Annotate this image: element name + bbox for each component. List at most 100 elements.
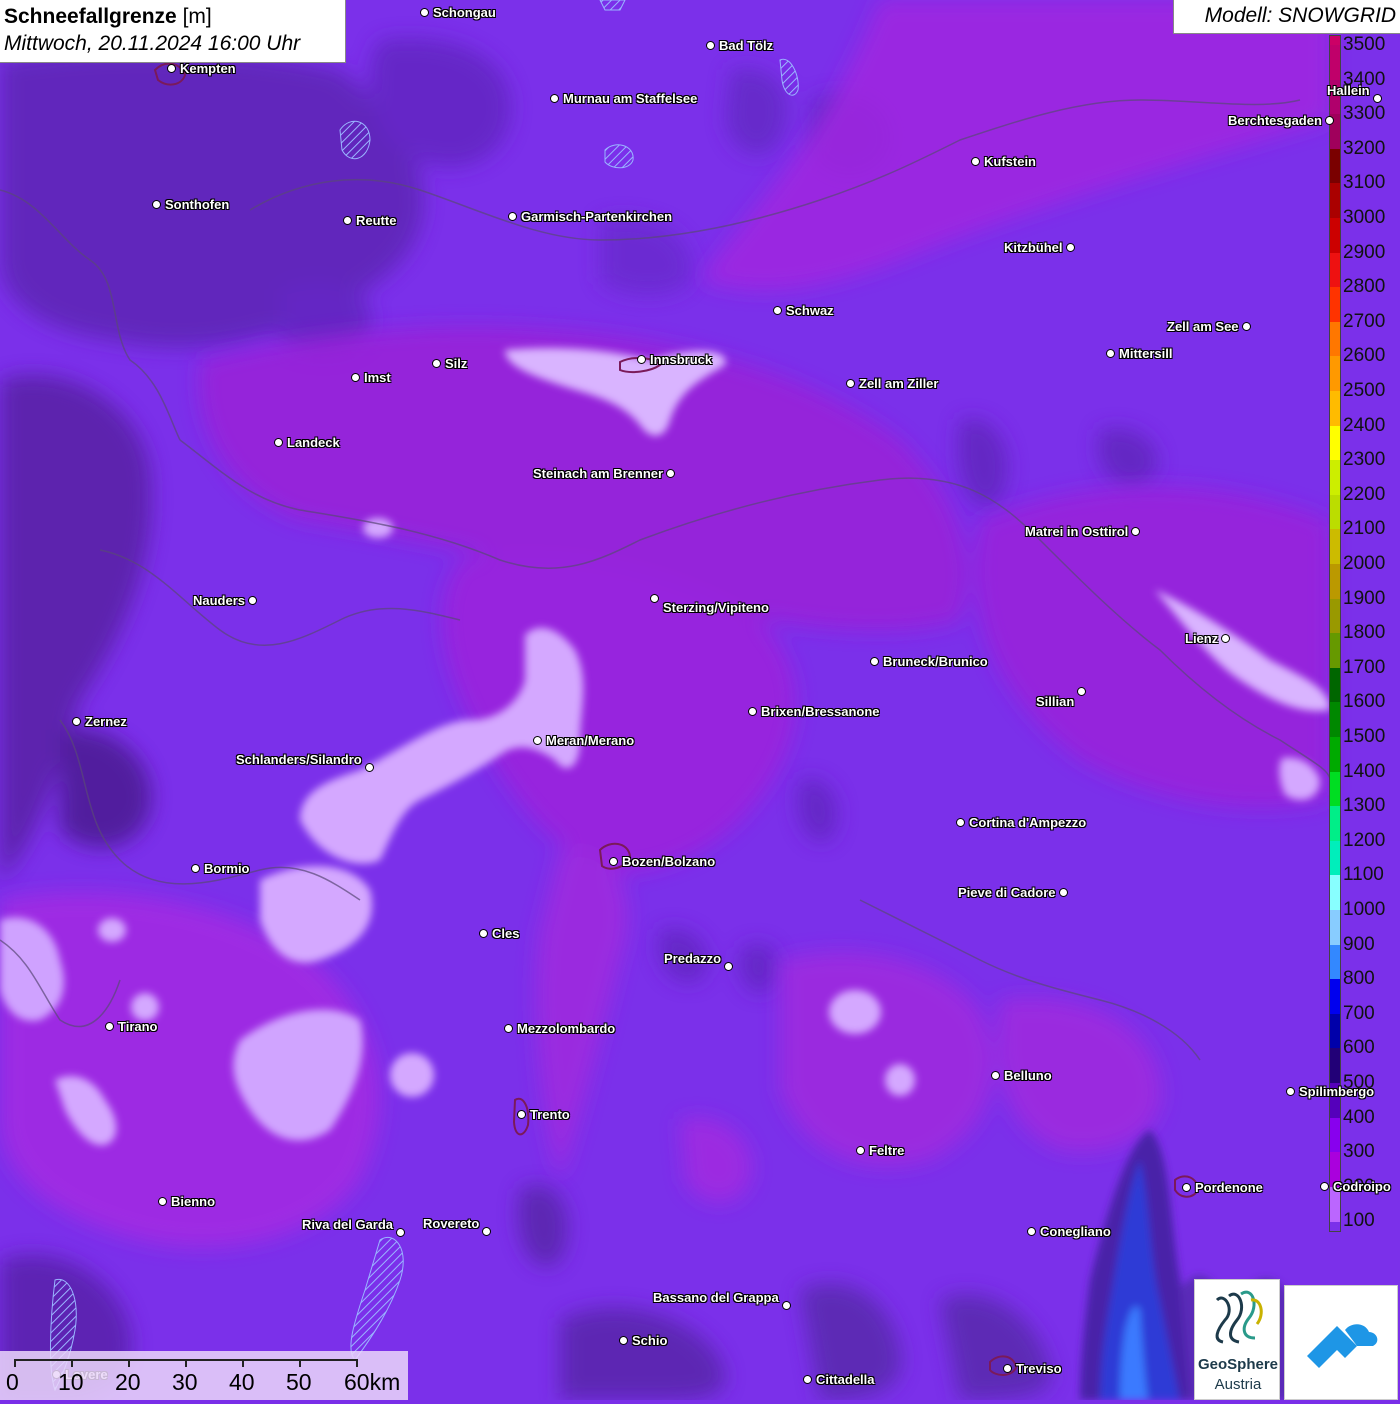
city-label: Lienz [1185, 631, 1219, 646]
city-dot [351, 373, 360, 382]
city-label: Bormio [204, 861, 250, 876]
city-dot [870, 657, 879, 666]
scale-label: 60km [344, 1369, 401, 1395]
city-label: Schwaz [786, 303, 834, 318]
legend-label: 600 [1343, 1037, 1375, 1059]
city-dot [479, 929, 488, 938]
city-dot [803, 1375, 812, 1384]
scale-label: 50 [286, 1369, 312, 1395]
city-label: Zernez [85, 714, 127, 729]
city-dot [1077, 687, 1086, 696]
city-label: Zell am See [1167, 319, 1239, 334]
city-label: Bozen/Bolzano [622, 854, 716, 869]
city-label: Codroipo [1333, 1179, 1391, 1194]
app-logo-icon [1307, 1324, 1378, 1368]
city-label: Bruneck/Brunico [883, 654, 988, 669]
city-label: Landeck [287, 435, 340, 450]
city-dot [782, 1301, 791, 1310]
legend-label: 3200 [1343, 137, 1386, 159]
scale-tick [14, 1359, 16, 1367]
city-dot [550, 94, 559, 103]
city-label: Sterzing/Vipiteno [663, 600, 769, 615]
legend-label: 2100 [1343, 518, 1386, 540]
map-timestamp: Mittwoch, 20.11.2024 16:00 Uhr [4, 32, 301, 55]
city-dot [856, 1146, 865, 1155]
city-label: Cortina d'Ampezzo [969, 815, 1087, 830]
city-label: Rovereto [423, 1216, 480, 1231]
legend-swatch [1330, 45, 1340, 81]
city-dot [191, 864, 200, 873]
city-dot [158, 1197, 167, 1206]
city-dot [420, 8, 429, 17]
city-dot [956, 818, 965, 827]
city-dot [1320, 1182, 1329, 1191]
legend-label: 2700 [1343, 310, 1386, 332]
model-label: Modell: SNOWGRID [1173, 0, 1400, 34]
city-dot [1182, 1183, 1191, 1192]
scale-bar: 0 10 20 30 40 50 60km [0, 1351, 408, 1400]
city-dot [482, 1227, 491, 1236]
legend-swatch [1330, 737, 1340, 773]
city-label: Berchtesgaden [1228, 113, 1322, 128]
geosphere-austria-logo[interactable]: GeoSphere Austria [1194, 1279, 1280, 1400]
scale-label: 10 [58, 1369, 84, 1395]
legend-swatch [1330, 321, 1340, 358]
city-dot [609, 857, 618, 866]
legend-swatch [1330, 1117, 1340, 1154]
city-dot [105, 1022, 114, 1031]
city-label: Predazzo [664, 951, 722, 966]
city-dot [971, 157, 980, 166]
legend-swatch [1330, 391, 1340, 427]
city-dot [1242, 322, 1251, 331]
map-title: Schneefallgrenze [m] [4, 5, 212, 28]
city-dot [1059, 888, 1068, 897]
scale-tick [71, 1359, 73, 1367]
city-label: Kempten [180, 61, 236, 76]
legend-label: 100 [1343, 1210, 1375, 1232]
geosphere-logo-line1: GeoSphere [1197, 1356, 1279, 1373]
city-dot [1003, 1364, 1012, 1373]
scale-tick [356, 1359, 358, 1367]
legend-swatch [1330, 1048, 1340, 1084]
legend-label: 300 [1343, 1141, 1375, 1163]
city-dot [343, 216, 352, 225]
legend-label: 2400 [1343, 414, 1386, 436]
city-dot [637, 355, 646, 364]
legend-swatch [1330, 979, 1340, 1015]
city-label: Schlanders/Silandro [236, 752, 362, 767]
city-label: Sillian [1036, 694, 1075, 709]
legend-label: 800 [1343, 968, 1375, 990]
scale-tick [242, 1359, 244, 1367]
city-label: Belluno [1004, 1068, 1052, 1083]
legend-swatch [1330, 183, 1340, 219]
scale-tick [128, 1359, 130, 1367]
city-label: Pieve di Cadore [958, 885, 1056, 900]
geosphere-logo-line2: Austria [1214, 1376, 1262, 1393]
city-dot [724, 962, 733, 971]
city-label: Steinach am Brenner [533, 466, 664, 481]
city-label: Silz [445, 356, 468, 371]
city-label: Schio [632, 1333, 668, 1348]
legend-swatch [1330, 806, 1340, 842]
city-label: Brixen/Bressanone [761, 704, 880, 719]
legend-swatch [1330, 252, 1340, 289]
legend-swatch [1330, 840, 1340, 877]
city-dot [748, 707, 757, 716]
legend-color-bar [1329, 35, 1341, 1232]
city-dot [533, 736, 542, 745]
legend-swatch [1330, 460, 1340, 496]
app-logo[interactable] [1284, 1285, 1398, 1400]
scale-tick [299, 1359, 301, 1367]
city-label: Kitzbühel [1004, 240, 1063, 255]
city-label: Cittadella [816, 1372, 875, 1387]
city-dot [1221, 634, 1230, 643]
city-dot [248, 596, 257, 605]
city-label: Trento [530, 1107, 570, 1122]
city-dot [365, 763, 374, 772]
legend-label: 1400 [1343, 760, 1386, 782]
legend-swatch [1330, 148, 1340, 185]
legend-label: 2300 [1343, 449, 1386, 471]
city-dot [1027, 1227, 1036, 1236]
city-dot [650, 594, 659, 603]
city-dot [846, 379, 855, 388]
